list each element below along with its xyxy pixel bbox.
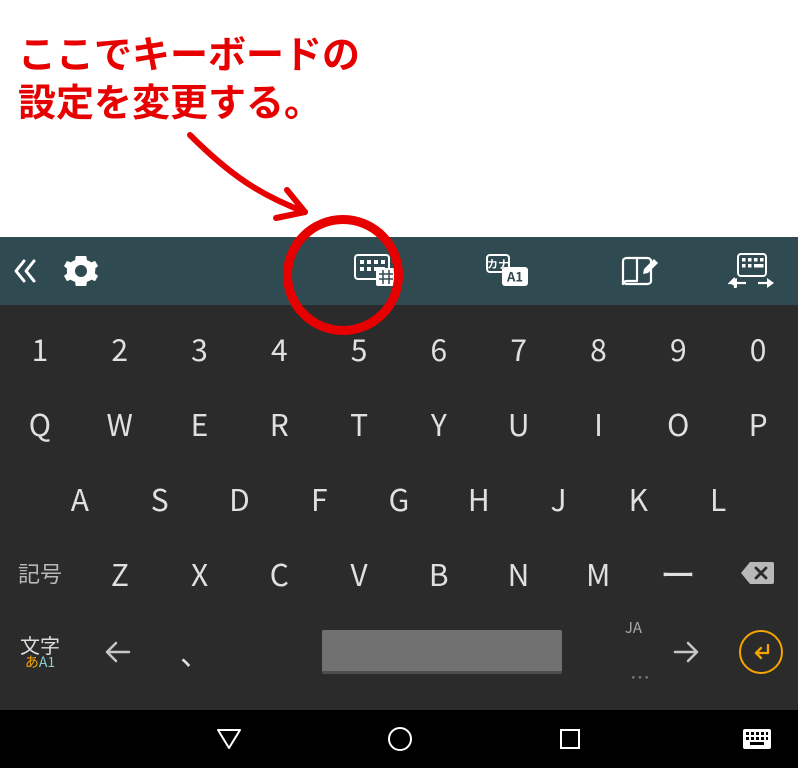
key-r[interactable]: R — [239, 385, 319, 460]
space-key-wrap: JA … — [235, 613, 648, 691]
keyboard-layout-icon — [354, 254, 398, 288]
collapse-button[interactable] — [0, 237, 48, 305]
key-m[interactable]: M — [558, 535, 638, 610]
chevrons-left-icon — [10, 257, 38, 285]
key-3[interactable]: 3 — [160, 310, 240, 385]
key-u[interactable]: U — [479, 385, 559, 460]
overflow-indicator: … — [630, 662, 650, 691]
nav-back-icon — [216, 726, 242, 752]
settings-button[interactable] — [48, 237, 114, 305]
key-p[interactable]: P — [718, 385, 798, 460]
key-o[interactable]: O — [638, 385, 718, 460]
nav-keyboard-button[interactable] — [742, 728, 772, 750]
qwerty-row-3: 記号 Z X C V B N M ー — [0, 535, 798, 610]
key-i[interactable]: I — [559, 385, 639, 460]
gear-icon — [63, 253, 99, 289]
space-key[interactable] — [322, 630, 562, 674]
key-s[interactable]: S — [120, 460, 200, 535]
key-4[interactable]: 4 — [239, 310, 319, 385]
arrow-right-icon — [672, 640, 700, 664]
mode-switch-key[interactable]: 文字 あA1 — [0, 613, 80, 691]
key-x[interactable]: X — [160, 535, 240, 610]
svg-text:A1: A1 — [506, 267, 523, 286]
annotation-arrow — [175, 130, 355, 240]
mode-sub-label: あA1 — [25, 655, 55, 670]
key-9[interactable]: 9 — [638, 310, 718, 385]
key-t[interactable]: T — [319, 385, 399, 460]
move-keyboard-button[interactable] — [706, 237, 798, 305]
key-j[interactable]: J — [519, 460, 599, 535]
key-y[interactable]: Y — [399, 385, 479, 460]
comma-key[interactable]: 、 — [155, 613, 235, 691]
keyboard-move-icon — [728, 251, 776, 291]
nav-home-icon — [387, 726, 413, 752]
key-a[interactable]: A — [40, 460, 120, 535]
key-z[interactable]: Z — [80, 535, 160, 610]
keyboard-layout-button[interactable] — [310, 237, 442, 305]
key-g[interactable]: G — [359, 460, 439, 535]
dictionary-button[interactable] — [574, 237, 706, 305]
key-2[interactable]: 2 — [80, 310, 160, 385]
key-e[interactable]: E — [160, 385, 240, 460]
key-n[interactable]: N — [479, 535, 559, 610]
annotation-text: ここでキーボードの 設定を変更する。 — [18, 28, 360, 123]
key-b[interactable]: B — [399, 535, 479, 610]
nav-recent-button[interactable] — [558, 727, 582, 751]
system-navbar — [0, 710, 798, 768]
key-0[interactable]: 0 — [718, 310, 798, 385]
enter-circle — [739, 630, 783, 674]
arrow-left-icon — [104, 640, 132, 664]
input-mode-button[interactable]: カナ A1 — [442, 237, 574, 305]
key-v[interactable]: V — [319, 535, 399, 610]
enter-key[interactable] — [723, 613, 798, 691]
input-mode-icon: カナ A1 — [485, 253, 531, 289]
key-w[interactable]: W — [80, 385, 160, 460]
key-7[interactable]: 7 — [479, 310, 559, 385]
nav-recent-icon — [558, 727, 582, 751]
annotation-line2: 設定を変更する。 — [18, 72, 322, 127]
keyboard-area: 1 2 3 4 5 6 7 8 9 0 Q W E R T Y U I O P … — [0, 305, 798, 710]
keyboard-toolbar: カナ A1 — [0, 237, 798, 305]
book-edit-icon — [620, 255, 660, 287]
cursor-right-key[interactable] — [648, 613, 723, 691]
dash-key[interactable]: ー — [638, 535, 718, 610]
number-row: 1 2 3 4 5 6 7 8 9 0 — [0, 310, 798, 385]
language-indicator: JA — [625, 617, 642, 638]
nav-back-button[interactable] — [216, 726, 242, 752]
key-1[interactable]: 1 — [0, 310, 80, 385]
nav-keyboard-icon — [742, 728, 772, 750]
cursor-left-key[interactable] — [80, 613, 155, 691]
qwerty-row-2: A S D F G H J K L — [0, 460, 798, 535]
enter-icon — [750, 642, 772, 662]
key-k[interactable]: K — [598, 460, 678, 535]
qwerty-row-1: Q W E R T Y U I O P — [0, 385, 798, 460]
symbols-key[interactable]: 記号 — [0, 535, 80, 610]
nav-home-button[interactable] — [387, 726, 413, 752]
key-c[interactable]: C — [239, 535, 319, 610]
annotation-area: ここでキーボードの 設定を変更する。 — [0, 0, 798, 237]
key-h[interactable]: H — [439, 460, 519, 535]
key-q[interactable]: Q — [0, 385, 80, 460]
key-d[interactable]: D — [200, 460, 280, 535]
key-8[interactable]: 8 — [559, 310, 639, 385]
backspace-key[interactable] — [718, 535, 798, 610]
key-5[interactable]: 5 — [319, 310, 399, 385]
key-f[interactable]: F — [279, 460, 359, 535]
key-l[interactable]: L — [678, 460, 758, 535]
bottom-row: 文字 あA1 、 JA … — [0, 613, 798, 691]
backspace-icon — [740, 560, 776, 586]
key-6[interactable]: 6 — [399, 310, 479, 385]
